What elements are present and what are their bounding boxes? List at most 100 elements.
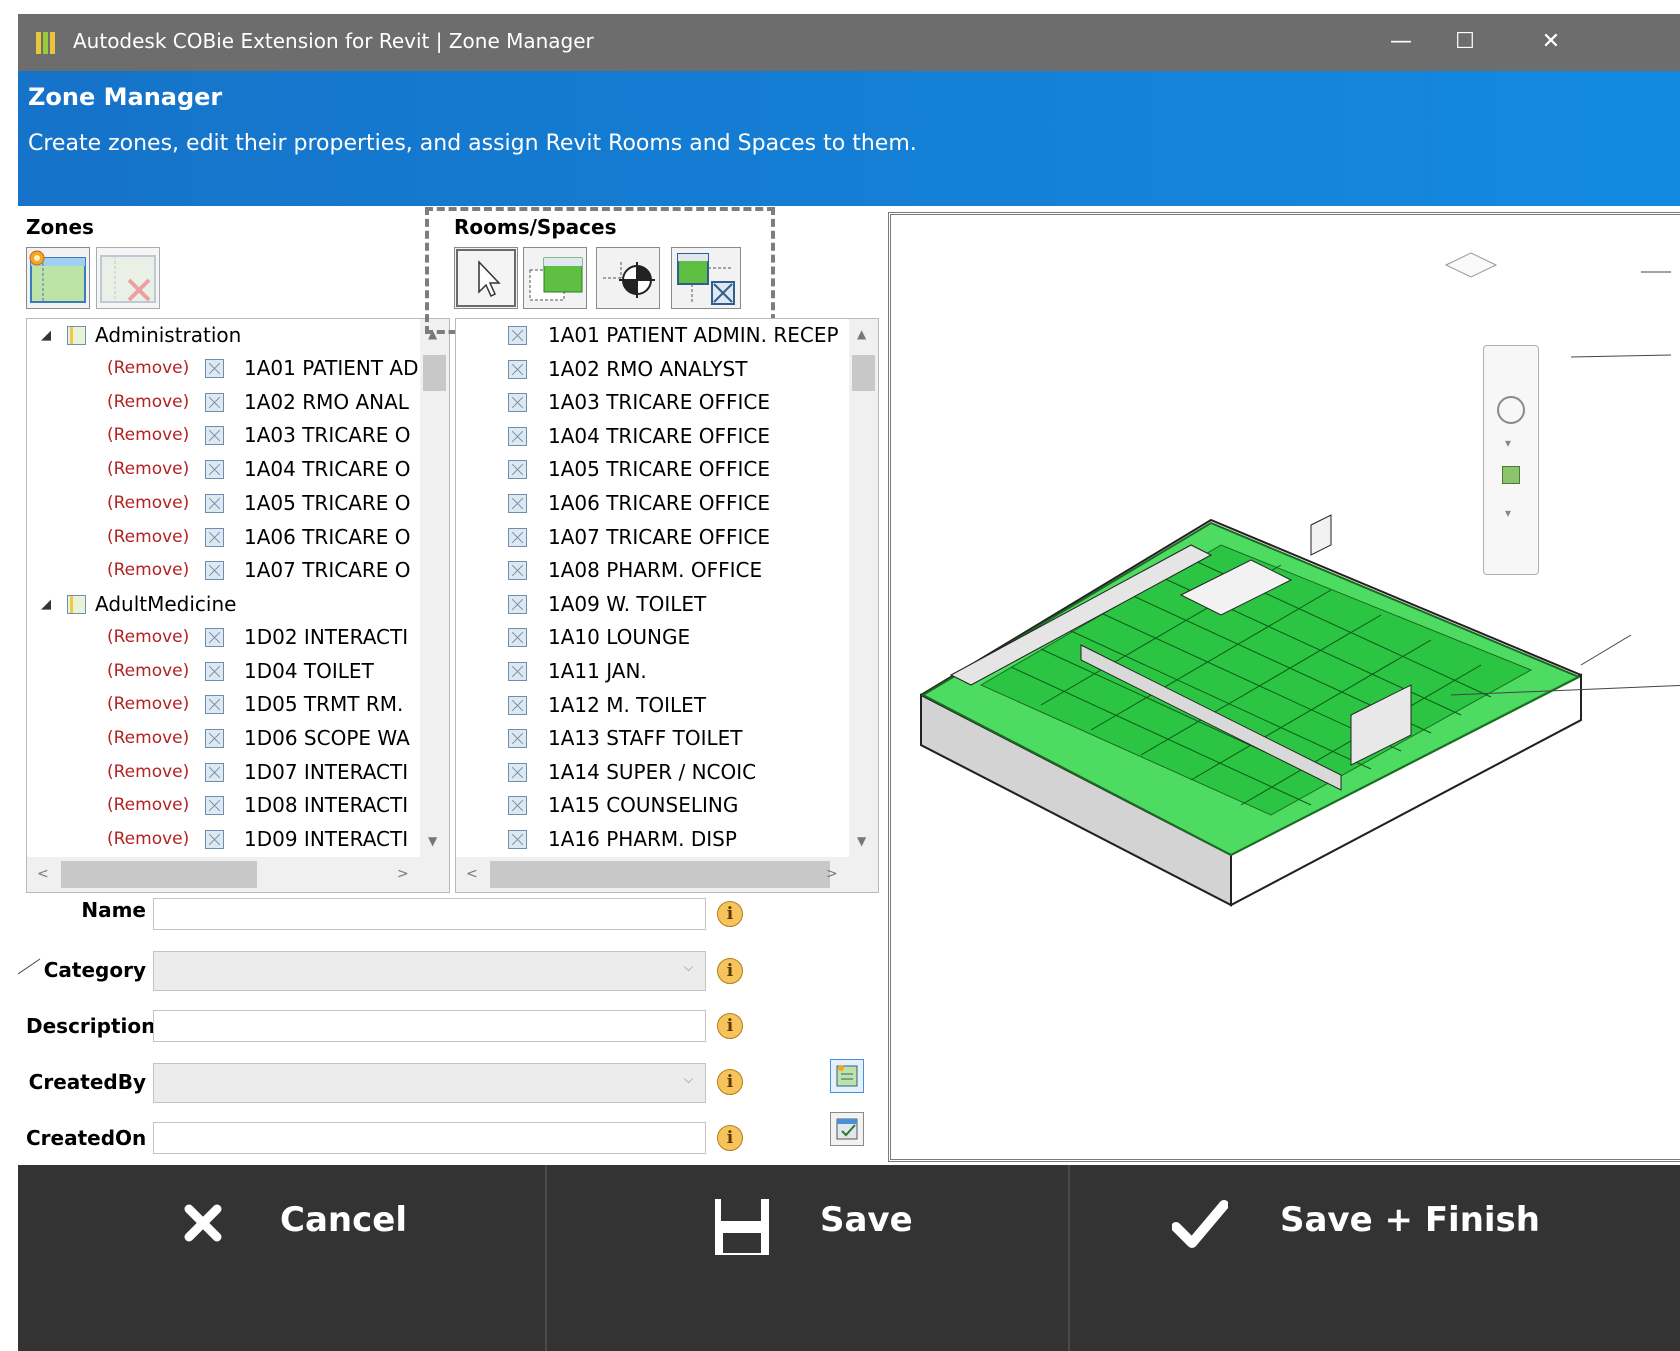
createdon-field[interactable]	[153, 1122, 706, 1154]
add-zone-button[interactable]	[26, 247, 90, 309]
remove-link[interactable]: (Remove)	[107, 789, 189, 822]
space-icon	[508, 830, 527, 849]
zone-member-row[interactable]: (Remove) 1D04 TOILET	[27, 655, 420, 688]
remove-link[interactable]: (Remove)	[107, 521, 189, 554]
remove-link[interactable]: (Remove)	[107, 823, 189, 856]
zones-vscroll-thumb[interactable]	[423, 355, 446, 391]
rooms-vertical-scrollbar[interactable]: ▲ ▼	[849, 319, 878, 857]
zone-member-row[interactable]: (Remove) 1D06 SCOPE WA	[27, 722, 420, 755]
save-finish-button[interactable]: Save + Finish	[1070, 1165, 1680, 1351]
room-list-item[interactable]: 1A01 PATIENT ADMIN. RECEP	[456, 319, 849, 352]
scroll-left-arrow-icon[interactable]: <	[37, 866, 49, 882]
remove-link[interactable]: (Remove)	[107, 487, 189, 520]
delete-zone-button[interactable]	[96, 247, 160, 309]
steering-wheel-icon[interactable]	[1497, 396, 1525, 424]
chevron-down-icon[interactable]: ▾	[1505, 436, 1511, 450]
scroll-down-arrow-icon[interactable]: ▼	[428, 834, 437, 848]
category-select[interactable]: ⌵	[153, 951, 706, 991]
room-list-item[interactable]: 1A13 STAFF TOILET	[456, 722, 849, 755]
remove-link[interactable]: (Remove)	[107, 386, 189, 419]
chevron-down-icon: ⌵	[683, 960, 693, 974]
category-info-icon[interactable]: i	[717, 958, 743, 984]
room-list-item[interactable]: 1A14 SUPER / NCOIC	[456, 756, 849, 789]
description-field[interactable]	[153, 1010, 706, 1042]
createdon-info-icon[interactable]: i	[717, 1125, 743, 1151]
rooms-vscroll-thumb[interactable]	[852, 355, 875, 391]
zone-member-row[interactable]: (Remove) 1D08 INTERACTI	[27, 789, 420, 822]
createdby-info-icon[interactable]: i	[717, 1069, 743, 1095]
name-field[interactable]	[153, 898, 706, 930]
room-label: 1A07 TRICARE OFFICE	[548, 524, 771, 549]
space-icon	[205, 661, 224, 681]
room-list-item[interactable]: 1A02 RMO ANALYST	[456, 353, 849, 386]
room-list-item[interactable]: 1A04 TRICARE OFFICE	[456, 420, 849, 453]
cancel-button[interactable]: Cancel	[18, 1165, 545, 1351]
remove-link[interactable]: (Remove)	[107, 688, 189, 721]
maximize-button[interactable]: ☐	[1442, 24, 1488, 60]
remove-link[interactable]: (Remove)	[107, 722, 189, 755]
zone-member-row[interactable]: (Remove) 1A02 RMO ANAL	[27, 386, 420, 419]
remove-link[interactable]: (Remove)	[107, 352, 189, 385]
rooms-hscroll-thumb[interactable]	[490, 861, 830, 888]
zone-member-row[interactable]: (Remove) 1A07 TRICARE O	[27, 554, 420, 587]
save-button[interactable]: Save	[547, 1165, 1068, 1351]
scroll-right-arrow-icon[interactable]: >	[826, 866, 838, 882]
createdby-select[interactable]: ⌵	[153, 1063, 706, 1103]
remove-link[interactable]: (Remove)	[107, 453, 189, 486]
zone-member-row[interactable]: (Remove) 1D05 TRMT RM.	[27, 688, 420, 721]
zone-member-row[interactable]: (Remove) 1D09 INTERACTI	[27, 823, 420, 856]
room-list-item[interactable]: 1A12 M. TOILET	[456, 689, 849, 722]
zones-horizontal-scrollbar[interactable]: < >	[27, 857, 449, 892]
room-list-item[interactable]: 1A11 JAN.	[456, 655, 849, 688]
room-list-item[interactable]: 1A15 COUNSELING	[456, 789, 849, 822]
scroll-down-arrow-icon[interactable]: ▼	[857, 834, 866, 848]
scroll-right-arrow-icon[interactable]: >	[397, 866, 409, 882]
remove-link[interactable]: (Remove)	[107, 655, 189, 688]
3d-view[interactable]: ▾ ▾	[888, 212, 1680, 1162]
zone-member-row[interactable]: (Remove) 1A06 TRICARE O	[27, 521, 420, 554]
remove-link[interactable]: (Remove)	[107, 756, 189, 789]
zone-group[interactable]: ◢ Administration	[27, 319, 420, 352]
minimize-button[interactable]: —	[1378, 24, 1424, 60]
close-button[interactable]: ✕	[1528, 24, 1574, 60]
description-info-icon[interactable]: i	[717, 1013, 743, 1039]
remove-link[interactable]: (Remove)	[107, 419, 189, 452]
space-icon	[508, 729, 527, 749]
scroll-up-arrow-icon[interactable]: ▲	[857, 327, 866, 341]
zone-member-row[interactable]: (Remove) 1A04 TRICARE O	[27, 453, 420, 486]
room-list-item[interactable]: 1A08 PHARM. OFFICE	[456, 554, 849, 587]
set-createdby-button[interactable]	[830, 1059, 864, 1093]
room-list-item[interactable]: 1A03 TRICARE OFFICE	[456, 386, 849, 419]
zone-member-row[interactable]: (Remove) 1A03 TRICARE O	[27, 419, 420, 452]
zones-vertical-scrollbar[interactable]: ▲ ▼	[420, 319, 449, 857]
zone-member-row[interactable]: (Remove) 1D07 INTERACTI	[27, 756, 420, 789]
name-info-icon[interactable]: i	[717, 901, 743, 927]
zoom-region-icon[interactable]	[1502, 466, 1520, 484]
remove-link[interactable]: (Remove)	[107, 554, 189, 587]
scroll-left-arrow-icon[interactable]: <	[466, 866, 478, 882]
rooms-list[interactable]: 1A01 PATIENT ADMIN. RECEP 1A02 RMO ANALYS…	[455, 318, 879, 893]
room-list-item[interactable]: 1A05 TRICARE OFFICE	[456, 453, 849, 486]
zones-tree[interactable]: ◢ Administration (Remove) 1A01 PATIENT AD (R…	[26, 318, 450, 893]
zone-member-row[interactable]: (Remove) 1D02 INTERACTI	[27, 621, 420, 654]
room-list-item[interactable]: 1A10 LOUNGE	[456, 621, 849, 654]
filter-rooms-button[interactable]	[671, 247, 741, 309]
chevron-down-icon[interactable]: ▾	[1505, 506, 1511, 520]
select-mode-button[interactable]	[454, 247, 518, 309]
room-list-item[interactable]: 1A09 W. TOILET	[456, 588, 849, 621]
expand-triangle-icon[interactable]: ◢	[41, 319, 51, 352]
room-list-item[interactable]: 1A06 TRICARE OFFICE	[456, 487, 849, 520]
room-list-item[interactable]: 1A07 TRICARE OFFICE	[456, 521, 849, 554]
zone-member-row[interactable]: (Remove) 1A01 PATIENT AD	[27, 352, 420, 385]
rooms-horizontal-scrollbar[interactable]: < >	[456, 857, 878, 892]
set-createdon-button[interactable]	[830, 1112, 864, 1146]
remove-link[interactable]: (Remove)	[107, 621, 189, 654]
zone-group[interactable]: ◢ AdultMedicine	[27, 588, 420, 621]
room-list-item[interactable]: 1A16 PHARM. DISP	[456, 823, 849, 856]
space-icon	[205, 392, 224, 412]
expand-triangle-icon[interactable]: ◢	[41, 588, 51, 621]
zones-hscroll-thumb[interactable]	[61, 861, 257, 888]
zone-member-row[interactable]: (Remove) 1A05 TRICARE O	[27, 487, 420, 520]
locate-room-button[interactable]	[596, 247, 660, 309]
select-rooms-button[interactable]	[523, 247, 587, 309]
